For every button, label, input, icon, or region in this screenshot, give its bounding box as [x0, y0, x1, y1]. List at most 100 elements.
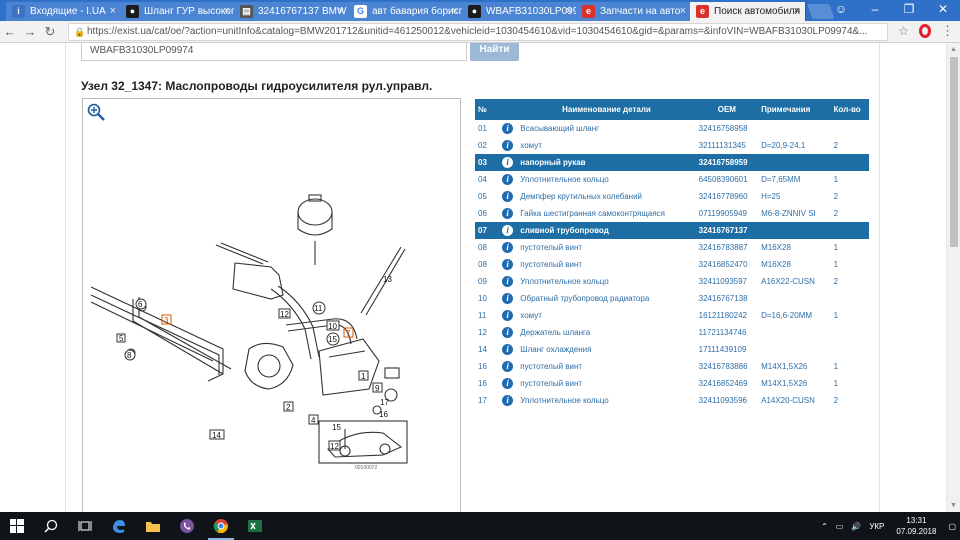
part-oem[interactable]: 32111131345 — [696, 137, 758, 154]
info-icon[interactable]: i — [502, 225, 514, 236]
callout-1[interactable]: 1 — [361, 372, 366, 381]
callout-12b[interactable]: 12 — [330, 442, 339, 451]
opera-icon[interactable] — [919, 24, 931, 38]
reload-icon[interactable]: ↻ — [40, 24, 60, 40]
info-icon[interactable]: i — [499, 307, 517, 324]
info-icon[interactable]: i — [502, 157, 514, 168]
page-scrollbar[interactable]: ▲ ▼ — [946, 43, 960, 512]
part-oem[interactable]: 32416767137 — [695, 222, 759, 239]
menu-icon[interactable]: ⋮ — [941, 24, 954, 38]
info-icon[interactable]: i — [502, 310, 514, 321]
close-tab-icon[interactable]: × — [794, 2, 800, 21]
info-icon[interactable]: i — [499, 273, 517, 290]
info-icon[interactable]: i — [499, 358, 517, 375]
taskbar-explorer[interactable] — [136, 512, 170, 540]
table-row[interactable]: 11 i хомут 16121180242 D=16,6-20MM 1 — [475, 307, 869, 324]
close-tab-icon[interactable]: × — [224, 2, 230, 21]
info-icon[interactable]: i — [499, 256, 517, 273]
callout-11[interactable]: 11 — [314, 304, 323, 313]
info-icon[interactable]: i — [502, 208, 514, 219]
browser-tab[interactable]: ▤ 32416767137 BMW × — [234, 2, 350, 21]
callout-14[interactable]: 14 — [212, 431, 221, 440]
info-icon[interactable]: i — [499, 239, 517, 256]
callout-5[interactable]: 5 — [119, 334, 124, 343]
browser-tab[interactable]: ● WBAFB31030LP09974× — [462, 2, 578, 21]
taskbar-viber[interactable] — [170, 512, 204, 540]
info-icon[interactable]: i — [502, 140, 514, 151]
close-tab-icon[interactable]: × — [338, 2, 344, 21]
part-oem[interactable]: 32411093597 — [696, 273, 758, 290]
browser-tab[interactable]: i Входящие - I.UA × — [6, 2, 122, 21]
callout-15b[interactable]: 15 — [332, 423, 341, 432]
part-oem[interactable]: 32416778960 — [696, 188, 758, 205]
table-row[interactable]: 08 i пустотелый винт 32416852470 M16X28 1 — [475, 256, 869, 273]
forward-icon[interactable]: → — [20, 24, 40, 39]
table-row[interactable]: 03 i напорный рукав 32416758959 — [475, 154, 869, 171]
info-icon[interactable]: i — [502, 276, 514, 287]
clock[interactable]: 13:31 07.09.2018 — [896, 515, 936, 537]
close-tab-icon[interactable]: × — [110, 2, 116, 21]
address-bar[interactable]: 🔒 https://exist.ua/cat/oe/?action=unitIn… — [68, 23, 888, 41]
vin-search-input[interactable]: WBAFB31030LP09974 — [81, 43, 467, 61]
back-icon[interactable]: ← — [0, 24, 20, 39]
info-icon[interactable]: i — [499, 205, 517, 222]
part-oem[interactable]: 32416758958 — [696, 120, 758, 137]
info-icon[interactable]: i — [499, 324, 517, 341]
table-row[interactable]: 10 i Обратный трубопровод радиатора 3241676… — [475, 290, 869, 307]
info-icon[interactable]: i — [502, 395, 514, 406]
info-icon[interactable]: i — [502, 191, 514, 202]
parts-diagram[interactable]: 3 7 6 5 8 12 11 10 15 13 1 2 4 9 14 15 1… — [82, 98, 461, 512]
table-row[interactable]: 16 i пустотелый винт 32416783886 M14X1,5X26 1 — [475, 358, 869, 375]
info-icon[interactable]: i — [499, 290, 517, 307]
callout-3[interactable]: 3 — [164, 316, 169, 325]
table-row[interactable]: 08 i пустотелый винт 32416783887 M16X28 1 — [475, 239, 869, 256]
keyboard-language[interactable]: УКР — [869, 522, 884, 531]
info-icon[interactable]: i — [502, 327, 514, 338]
table-row[interactable]: 17 i Уплотнительное кольцо 32411093596 A14X2… — [475, 392, 869, 409]
info-icon[interactable]: i — [502, 242, 514, 253]
part-oem[interactable]: 32416852469 — [696, 375, 758, 392]
info-icon[interactable]: i — [502, 174, 514, 185]
callout-9[interactable]: 9 — [375, 384, 380, 393]
show-hidden-icons-icon[interactable]: ⌃ — [821, 522, 828, 531]
info-icon[interactable]: i — [502, 378, 514, 389]
part-oem[interactable]: 32416783886 — [696, 358, 758, 375]
callout-2[interactable]: 2 — [286, 403, 291, 412]
callout-16[interactable]: 16 — [379, 410, 388, 419]
callout-12[interactable]: 12 — [280, 310, 289, 319]
minimize-button[interactable]: – — [858, 0, 892, 21]
part-oem[interactable]: 07119905949 — [696, 205, 758, 222]
callout-13[interactable]: 13 — [383, 275, 392, 284]
start-button[interactable] — [0, 512, 34, 540]
search-taskbar-button[interactable] — [34, 512, 68, 540]
star-icon[interactable]: ☆ — [898, 24, 909, 38]
scroll-down-icon[interactable]: ▼ — [950, 502, 957, 509]
browser-tab[interactable]: e Запчасти на авто × — [576, 2, 692, 21]
browser-tab[interactable]: ● Шланг ГУР высокого давления× — [120, 2, 236, 21]
part-oem[interactable]: 17111439109 — [696, 341, 758, 358]
part-oem[interactable]: 64508390601 — [696, 171, 758, 188]
table-row[interactable]: 14 i Шланг охлаждения 17111439109 — [475, 341, 869, 358]
volume-icon[interactable]: 🔊 — [851, 522, 861, 531]
info-icon[interactable]: i — [499, 154, 518, 171]
browser-tab[interactable]: Gавт бавария борисполь× — [348, 2, 464, 21]
scroll-up-icon[interactable]: ▲ — [950, 46, 957, 53]
table-row[interactable]: 09 i Уплотнительное кольцо 32411093597 A16X2… — [475, 273, 869, 290]
info-icon[interactable]: i — [502, 293, 514, 304]
browser-tab[interactable]: e Поиск автомобиля × — [690, 2, 806, 21]
table-row[interactable]: 06 i Гайка шестигранная самоконтрящаяся 071… — [475, 205, 869, 222]
part-oem[interactable]: 32411093596 — [696, 392, 758, 409]
info-icon[interactable]: i — [502, 259, 514, 270]
table-row[interactable]: 01 i Всасывающий шланг 32416758958 — [475, 120, 869, 137]
callout-4[interactable]: 4 — [311, 416, 316, 425]
user-icon[interactable]: ☺ — [824, 0, 858, 21]
info-icon[interactable]: i — [499, 188, 517, 205]
close-tab-icon[interactable]: × — [452, 2, 458, 21]
info-icon[interactable]: i — [502, 361, 514, 372]
info-icon[interactable]: i — [499, 392, 517, 409]
callout-15[interactable]: 15 — [328, 335, 337, 344]
part-oem[interactable]: 32416767138 — [696, 290, 758, 307]
close-tab-icon[interactable]: × — [680, 2, 686, 21]
callout-7[interactable]: 7 — [346, 329, 351, 338]
part-oem[interactable]: 16121180242 — [696, 307, 758, 324]
